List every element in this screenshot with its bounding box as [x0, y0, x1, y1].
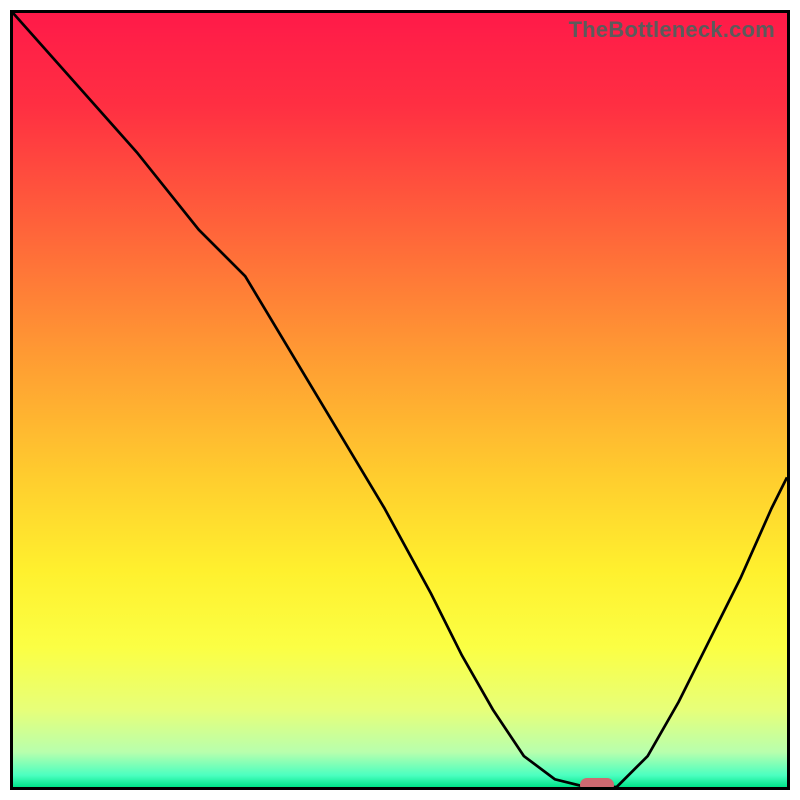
optimal-marker: [580, 778, 614, 790]
bottleneck-curve: [13, 13, 787, 787]
watermark-text: TheBottleneck.com: [569, 17, 775, 43]
chart-frame: TheBottleneck.com: [10, 10, 790, 790]
